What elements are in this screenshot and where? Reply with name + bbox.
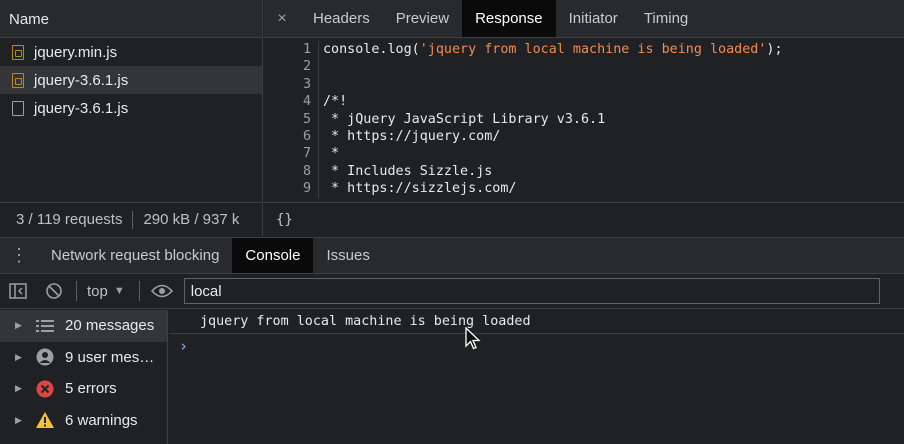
tab-network-request-blocking[interactable]: Network request blocking <box>38 238 232 273</box>
console-message[interactable]: jquery from local machine is being loade… <box>169 310 904 334</box>
sidebar-item-user-messages[interactable]: ▶ 9 user mes… <box>0 342 167 374</box>
code-line: 3 <box>264 75 904 94</box>
code-comment: * https://jquery.com/ <box>323 129 501 145</box>
line-number: 9 <box>264 180 319 198</box>
tab-response[interactable]: Response <box>462 0 556 37</box>
request-name: jquery.min.js <box>34 43 118 61</box>
code-comment: * jQuery JavaScript Library v3.6.1 <box>323 111 606 127</box>
document-file-icon <box>12 100 24 116</box>
status-divider <box>132 210 134 229</box>
console-sidebar: ▶ 20 messages ▶ 9 user mes… ▶ 5 errors ▶… <box>0 310 168 444</box>
toolbar-divider <box>76 281 77 301</box>
line-number: 1 <box>264 41 319 59</box>
code-line: 1 console.log('jquery from local machine… <box>264 41 904 59</box>
expand-triangle-icon: ▶ <box>15 320 22 331</box>
code-string: 'jquery from local machine is being load… <box>419 42 767 57</box>
console-output: jquery from local machine is being loade… <box>169 310 904 444</box>
sidebar-item-label: 20 messages <box>65 317 155 335</box>
code-line: 6 * https://jquery.com/ <box>264 128 904 146</box>
code-comment: * https://sizzlejs.com/ <box>323 181 517 197</box>
toggle-sidebar-button[interactable] <box>0 274 36 309</box>
context-label: top <box>87 282 108 300</box>
user-icon <box>35 348 55 366</box>
prompt-chevron-icon: › <box>179 337 189 355</box>
request-detail-pane: × Headers Preview Response Initiator Tim… <box>264 0 904 236</box>
tab-issues[interactable]: Issues <box>313 238 382 273</box>
sidebar-item-label: 9 user mes… <box>65 348 155 366</box>
request-name: jquery-3.6.1.js <box>34 71 129 89</box>
line-number: 8 <box>264 162 319 181</box>
detail-tab-bar: × Headers Preview Response Initiator Tim… <box>264 0 904 38</box>
code-line: 9 * https://sizzlejs.com/ <box>264 180 904 198</box>
code-line: 7 * <box>264 145 904 163</box>
drawer-tab-bar: ⋮ Network request blocking Console Issue… <box>0 237 904 274</box>
console-filter-input[interactable] <box>183 278 880 304</box>
clear-console-button[interactable] <box>36 274 72 309</box>
list-icon <box>35 317 55 335</box>
code-call: console.log( <box>323 42 420 57</box>
request-name: jquery-3.6.1.js <box>34 99 129 117</box>
tab-timing[interactable]: Timing <box>631 0 701 37</box>
tab-headers[interactable]: Headers <box>300 0 383 37</box>
sidebar-item-label: 5 errors <box>65 380 117 398</box>
expand-triangle-icon: ▶ <box>15 414 22 425</box>
code-comment: /*! <box>323 94 348 110</box>
code-comment: * <box>323 146 340 162</box>
tab-initiator[interactable]: Initiator <box>556 0 631 37</box>
code-line: 4 /*! <box>264 93 904 111</box>
request-row-jquery-361-document[interactable]: jquery-3.6.1.js <box>0 94 262 122</box>
clear-icon <box>46 283 62 299</box>
tab-preview[interactable]: Preview <box>383 0 462 37</box>
request-row-jquery-361-script[interactable]: jquery-3.6.1.js <box>0 66 262 94</box>
line-number: 5 <box>264 110 319 129</box>
script-file-icon <box>12 44 24 60</box>
sidebar-toggle-icon <box>9 283 27 299</box>
pretty-print-button[interactable]: {} <box>276 212 293 228</box>
close-icon: × <box>277 9 287 27</box>
more-vertical-icon: ⋮ <box>10 245 28 265</box>
error-icon <box>35 380 55 398</box>
sidebar-item-label: 6 warnings <box>65 411 138 429</box>
expand-triangle-icon: ▶ <box>15 383 22 394</box>
sidebar-item-errors[interactable]: ▶ 5 errors <box>0 373 167 405</box>
code-footer-bar: {} <box>264 202 904 236</box>
drawer-menu-button[interactable]: ⋮ <box>0 238 38 273</box>
code-comment: * Includes Sizzle.js <box>323 163 493 179</box>
close-detail-button[interactable]: × <box>264 0 300 37</box>
network-status-bar: 3 / 119 requests 290 kB / 937 k <box>0 202 263 236</box>
response-code-view[interactable]: 1 console.log('jquery from local machine… <box>264 38 904 202</box>
script-file-icon <box>12 72 24 88</box>
code-line: 5 * jQuery JavaScript Library v3.6.1 <box>264 110 904 129</box>
request-count: 3 / 119 requests <box>16 211 123 228</box>
toolbar-divider <box>138 281 140 301</box>
line-number: 7 <box>264 145 319 163</box>
name-column-header[interactable]: Name <box>0 0 262 38</box>
console-toolbar: top ▼ <box>0 274 904 309</box>
eye-icon <box>150 284 173 298</box>
execution-context-select[interactable]: top ▼ <box>81 283 135 300</box>
line-number: 2 <box>264 58 319 76</box>
line-number: 3 <box>264 75 319 94</box>
sidebar-item-messages[interactable]: ▶ 20 messages <box>0 310 167 342</box>
caret-down-icon: ▼ <box>113 285 125 297</box>
line-number: 4 <box>264 93 319 111</box>
code-line: 8 * Includes Sizzle.js <box>264 162 904 181</box>
network-request-list: Name jquery.min.js jquery-3.6.1.js jquer… <box>0 0 263 236</box>
sidebar-item-warnings[interactable]: ▶ 6 warnings <box>0 405 167 437</box>
line-number: 6 <box>264 128 319 146</box>
code-text: console.log('jquery from local machine i… <box>319 41 783 58</box>
request-row-jquery-min[interactable]: jquery.min.js <box>0 38 262 66</box>
warning-icon <box>35 411 55 429</box>
transfer-size: 290 kB / 937 k <box>143 211 240 228</box>
live-expression-button[interactable] <box>144 274 180 309</box>
code-tail: ); <box>766 42 783 57</box>
expand-triangle-icon: ▶ <box>15 351 22 362</box>
code-line: 2 <box>264 58 904 76</box>
tab-console[interactable]: Console <box>232 238 314 273</box>
console-prompt[interactable]: › <box>169 334 904 358</box>
